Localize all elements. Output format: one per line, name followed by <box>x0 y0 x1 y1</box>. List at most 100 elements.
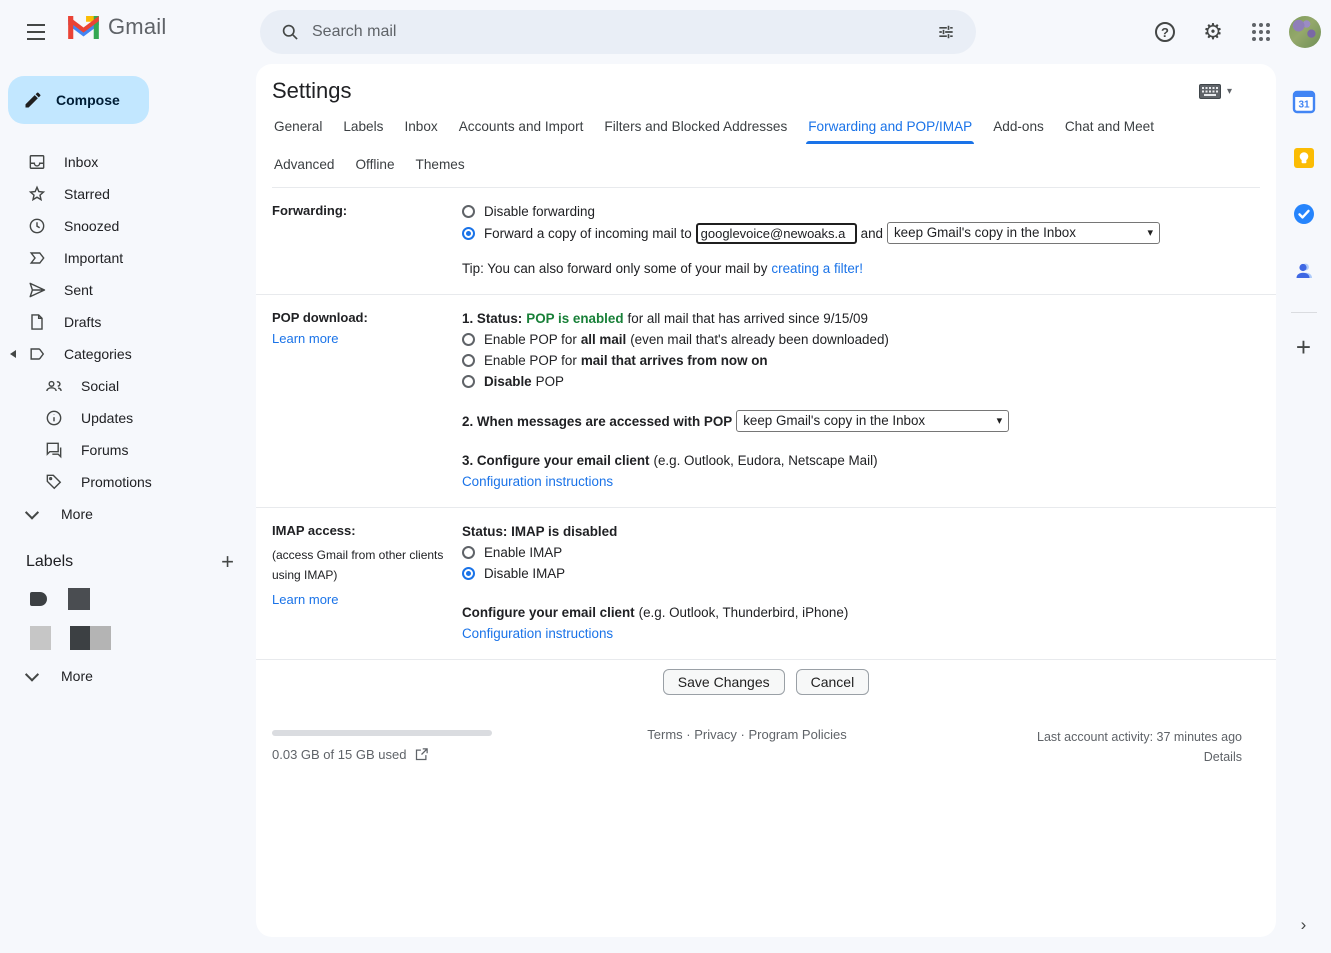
labels-more[interactable]: More <box>0 660 256 692</box>
tasks-icon[interactable] <box>1284 194 1324 234</box>
keep-icon[interactable] <box>1284 138 1324 178</box>
storage-usage-text: 0.03 GB of 15 GB used <box>272 747 406 762</box>
sidebar-item-drafts[interactable]: Drafts <box>0 306 256 338</box>
tab-add-ons[interactable]: Add-ons <box>991 106 1046 144</box>
tab-inbox[interactable]: Inbox <box>402 106 439 144</box>
calendar-icon[interactable]: 31 <box>1284 82 1324 122</box>
label-item[interactable] <box>30 626 256 650</box>
radio-label-bold: mail that arrives from now on <box>581 353 768 368</box>
sidebar-item-label: Important <box>64 250 123 266</box>
inbox-icon <box>27 152 47 172</box>
help-icon[interactable]: ? <box>1145 12 1185 52</box>
labels-heading: Labels <box>26 553 73 571</box>
radio-forward-copy[interactable] <box>462 227 475 240</box>
program-policies-link[interactable]: Program Policies <box>748 727 846 742</box>
sidebar-item-important[interactable]: Important <box>0 242 256 274</box>
sidebar-item-snoozed[interactable]: Snoozed <box>0 210 256 242</box>
tab-offline[interactable]: Offline <box>353 144 396 182</box>
select-value: keep Gmail's copy in the Inbox <box>743 413 925 428</box>
tab-chat-and-meet[interactable]: Chat and Meet <box>1063 106 1156 144</box>
tab-forwarding-and-pop-imap[interactable]: Forwarding and POP/IMAP <box>806 106 974 144</box>
creating-a-filter-link[interactable]: creating a filter! <box>771 261 863 276</box>
radio-label: Enable POP for <box>484 332 577 347</box>
expand-triangle-icon[interactable] <box>10 350 16 358</box>
clock-icon <box>27 216 47 236</box>
search-input[interactable] <box>310 22 926 42</box>
tab-general[interactable]: General <box>272 106 324 144</box>
pop-configuration-instructions-link[interactable]: Configuration instructions <box>462 474 613 489</box>
search-bar[interactable] <box>260 10 976 54</box>
compose-button[interactable]: Compose <box>8 76 149 124</box>
tab-themes[interactable]: Themes <box>414 144 467 182</box>
sidebar-item-label: Inbox <box>64 154 98 170</box>
and-text: and <box>861 226 883 241</box>
radio-disable-forwarding[interactable] <box>462 205 475 218</box>
radio-label-bold: all mail <box>581 332 626 347</box>
tab-accounts-and-import[interactable]: Accounts and Import <box>457 106 586 144</box>
privacy-link[interactable]: Privacy <box>694 727 737 742</box>
radio-enable-pop-all-mail[interactable] <box>462 333 475 346</box>
sidebar-item-sent[interactable]: Sent <box>0 274 256 306</box>
hide-side-panel-icon[interactable]: › <box>1276 915 1331 935</box>
save-changes-button[interactable]: Save Changes <box>663 669 785 695</box>
imap-label: IMAP access: <box>272 523 462 538</box>
get-addons-icon[interactable]: + <box>1284 327 1324 367</box>
chevron-down-icon <box>25 506 39 520</box>
contacts-icon[interactable] <box>1284 250 1324 290</box>
chat-icon <box>44 440 64 460</box>
labels-more-label: More <box>61 668 93 684</box>
redacted-label-icon <box>30 626 51 650</box>
sidebar-item-promotions[interactable]: Promotions <box>0 466 256 498</box>
sidebar-item-more[interactable]: More <box>0 498 256 530</box>
apps-grid-icon[interactable] <box>1241 12 1281 52</box>
sidebar-item-label: More <box>61 506 93 522</box>
imap-configuration-instructions-link[interactable]: Configuration instructions <box>462 626 613 641</box>
label-item[interactable] <box>30 588 256 610</box>
sidebar-item-starred[interactable]: Starred <box>0 178 256 210</box>
details-link[interactable]: Details <box>1204 750 1242 764</box>
imap-config-suffix: (e.g. Outlook, Thunderbird, iPhone) <box>639 605 849 620</box>
important-icon <box>27 248 47 268</box>
search-icon[interactable] <box>270 12 310 52</box>
pop-learn-more-link[interactable]: Learn more <box>272 331 338 346</box>
sidebar-item-inbox[interactable]: Inbox <box>0 146 256 178</box>
gmail-logo[interactable]: Gmail <box>68 14 166 40</box>
input-tools-toggle[interactable]: ▾ <box>1199 84 1232 99</box>
forwarding-address-select[interactable]: googlevoice@newoaks.a <box>696 223 857 244</box>
imap-status: Status: IMAP is disabled <box>462 524 617 539</box>
imap-learn-more-link[interactable]: Learn more <box>272 592 338 607</box>
keyboard-icon <box>1199 84 1221 99</box>
radio-enable-pop-from-now-on[interactable] <box>462 354 475 367</box>
radio-label: Enable POP for <box>484 353 577 368</box>
cancel-button[interactable]: Cancel <box>796 669 870 695</box>
terms-link[interactable]: Terms <box>647 727 682 742</box>
radio-enable-imap[interactable] <box>462 546 475 559</box>
pop-step2-label: 2. When messages are accessed with POP <box>462 414 732 429</box>
radio-disable-pop[interactable] <box>462 375 475 388</box>
sidebar-item-updates[interactable]: Updates <box>0 402 256 434</box>
add-label-icon[interactable]: + <box>221 552 234 572</box>
tab-advanced[interactable]: Advanced <box>272 144 336 182</box>
forwarding-section: Forwarding: Disable forwarding Forward a… <box>256 188 1276 295</box>
sidebar-item-social[interactable]: Social <box>0 370 256 402</box>
gear-icon[interactable]: ⚙ <box>1193 12 1233 52</box>
radio-label: Disable IMAP <box>484 566 565 581</box>
sidebar: Compose Inbox Starred Snoozed <box>0 64 256 953</box>
avatar[interactable] <box>1289 16 1321 48</box>
pop-action-select[interactable]: keep Gmail's copy in the Inbox ▾ <box>736 410 1009 432</box>
sidebar-item-forums[interactable]: Forums <box>0 434 256 466</box>
sidebar-item-label: Starred <box>64 186 110 202</box>
imap-section: IMAP access: (access Gmail from other cl… <box>256 508 1276 660</box>
search-options-icon[interactable] <box>926 12 966 52</box>
radio-label: Forward a copy of incoming mail to <box>484 226 692 241</box>
forwarding-action-select[interactable]: keep Gmail's copy in the Inbox ▾ <box>887 222 1160 244</box>
sidebar-item-categories[interactable]: Categories <box>0 338 256 370</box>
radio-disable-imap[interactable] <box>462 567 475 580</box>
label-tag-icon <box>30 592 47 606</box>
page-title: Settings <box>272 78 352 104</box>
tab-labels[interactable]: Labels <box>341 106 385 144</box>
external-link-icon[interactable] <box>414 747 429 762</box>
hamburger-menu-icon[interactable] <box>12 8 60 56</box>
tab-filters-and-blocked-addresses[interactable]: Filters and Blocked Addresses <box>602 106 789 144</box>
label-icon <box>27 344 47 364</box>
